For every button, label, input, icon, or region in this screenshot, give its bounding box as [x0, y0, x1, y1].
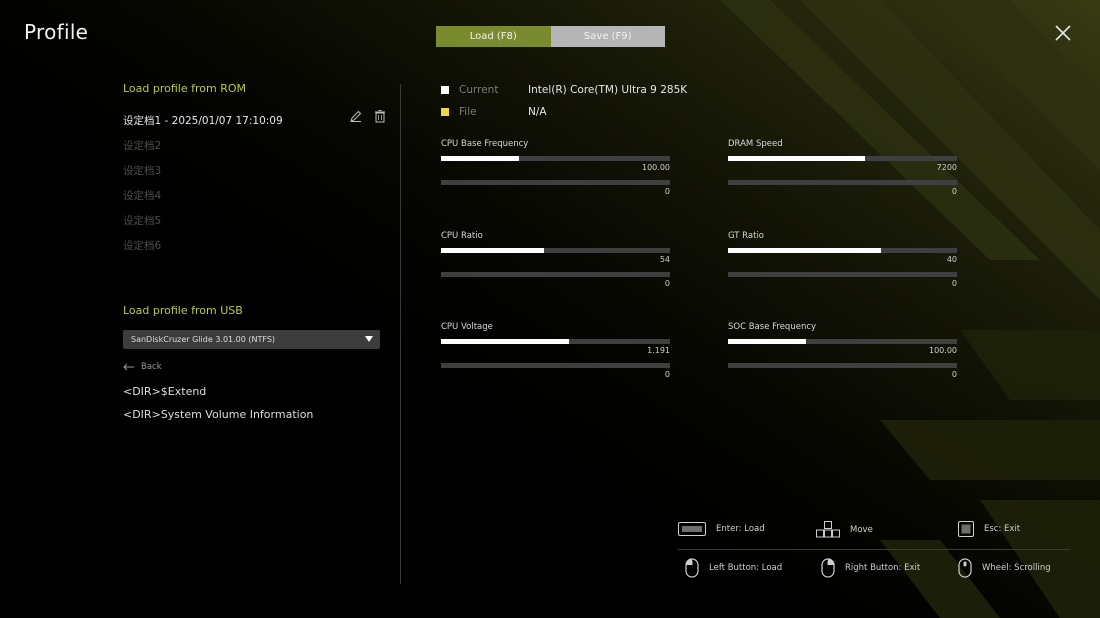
metric-label: CPU Base Frequency [441, 139, 529, 149]
trash-icon[interactable] [373, 109, 387, 123]
arrow-left-icon [123, 363, 134, 371]
back-button[interactable]: Back [123, 362, 162, 372]
hint-right-button: Right Button: Exit [821, 558, 920, 578]
metric-label: SOC Base Frequency [728, 322, 817, 332]
file-value: 0 [664, 279, 670, 288]
current-bar-fill [441, 156, 519, 161]
back-label: Back [141, 362, 162, 372]
usb-dir-entry[interactable]: <DIR>System Volume Information [123, 408, 313, 421]
panel-divider [400, 84, 401, 584]
rom-profile-item[interactable]: 设定档4 [123, 183, 393, 208]
legend-current: Current Intel(R) Core(TM) Ultra 9 285K [441, 84, 687, 96]
file-value: 0 [951, 279, 957, 288]
hint-enter: Enter: Load [678, 522, 765, 536]
hint-label: Esc: Exit [984, 524, 1021, 534]
current-bar-fill [441, 248, 545, 253]
metric-cpu-base-frequency: CPU Base Frequency 100.00 0 [441, 139, 670, 199]
current-bar-fill [441, 339, 570, 344]
tab-save[interactable]: Save (F9) [550, 26, 665, 47]
metric-gt-ratio: GT Ratio 40 0 [728, 231, 957, 291]
current-value: 7200 [936, 163, 957, 172]
rom-profile-item[interactable]: 设定档5 [123, 208, 393, 233]
metric-cpu-voltage: CPU Voltage 1.191 0 [441, 322, 670, 382]
edit-icon[interactable] [349, 109, 363, 123]
arrow-keys-icon [816, 521, 840, 538]
metric-cpu-ratio: CPU Ratio 54 0 [441, 231, 670, 291]
hint-label: Left Button: Load [709, 563, 783, 573]
file-value: 0 [664, 187, 670, 196]
current-bar [728, 248, 957, 253]
enter-key-icon [678, 522, 706, 536]
metric-label: DRAM Speed [728, 139, 783, 149]
hint-divider [678, 549, 1070, 550]
metric-dram-speed: DRAM Speed 7200 0 [728, 139, 957, 199]
current-bar [728, 339, 957, 344]
esc-key-icon [958, 521, 974, 537]
hint-label: Wheel: Scrolling [982, 563, 1051, 573]
current-value: 100.00 [642, 163, 670, 172]
hint-esc: Esc: Exit [958, 521, 1020, 537]
current-value: 100.00 [929, 346, 957, 355]
legend-file-swatch [441, 108, 449, 116]
usb-dir-entry[interactable]: <DIR>$Extend [123, 385, 206, 398]
legend-current-value: Intel(R) Core(TM) Ultra 9 285K [528, 84, 688, 96]
current-bar [728, 156, 957, 161]
chevron-down-icon [365, 336, 373, 342]
hint-label: Enter: Load [716, 524, 765, 534]
current-bar [441, 248, 670, 253]
current-bar-fill [728, 156, 866, 161]
mouse-wheel-icon [958, 558, 972, 578]
tab-bar: Load (F8) Save (F9) [436, 26, 665, 47]
usb-section-heading: Load profile from USB [123, 304, 243, 317]
current-value: 40 [946, 255, 957, 264]
metric-label: CPU Voltage [441, 322, 493, 332]
rom-profile-list: 设定档1 - 2025/01/07 17:10:09 设定档2 设定档3 设定档… [123, 108, 393, 258]
close-icon[interactable] [1052, 22, 1074, 44]
legend-current-swatch [441, 86, 449, 94]
current-value: 54 [659, 255, 670, 264]
legend-file-label: File [459, 106, 477, 118]
file-bar [441, 272, 670, 277]
hint-wheel: Wheel: Scrolling [958, 558, 1051, 578]
current-bar [441, 339, 670, 344]
legend-current-label: Current [459, 84, 499, 96]
file-value: 0 [951, 187, 957, 196]
hint-left-button: Left Button: Load [685, 558, 782, 578]
page-title: Profile [24, 20, 89, 44]
file-bar [728, 363, 957, 368]
rom-profile-item[interactable]: 设定档3 [123, 158, 393, 183]
file-value: 0 [664, 370, 670, 379]
metric-label: GT Ratio [728, 231, 765, 241]
current-value: 1.191 [647, 346, 670, 355]
metric-label: CPU Ratio [441, 231, 483, 241]
mouse-right-button-icon [821, 558, 835, 578]
legend-file: File N/A [441, 106, 547, 118]
hint-move: Move [816, 521, 873, 538]
file-bar [441, 363, 670, 368]
file-bar [728, 272, 957, 277]
hint-label: Right Button: Exit [845, 563, 921, 573]
file-bar [441, 180, 670, 185]
rom-profile-item[interactable]: 设定档6 [123, 233, 393, 258]
rom-item-actions [349, 109, 387, 123]
current-bar-fill [728, 248, 882, 253]
legend-file-value: N/A [528, 106, 547, 118]
rom-section-heading: Load profile from ROM [123, 82, 247, 95]
usb-device-value: SanDiskCruzer Glide 3.01.00 (NTFS) [131, 335, 276, 344]
metric-soc-base-frequency: SOC Base Frequency 100.00 0 [728, 322, 957, 382]
mouse-left-button-icon [685, 558, 699, 578]
hint-label: Move [850, 524, 873, 535]
file-bar [728, 180, 957, 185]
current-bar-fill [728, 339, 806, 344]
usb-device-select[interactable]: SanDiskCruzer Glide 3.01.00 (NTFS) [123, 330, 380, 349]
rom-profile-item[interactable]: 设定档2 [123, 133, 393, 158]
file-value: 0 [951, 370, 957, 379]
tab-load[interactable]: Load (F8) [436, 26, 551, 47]
current-bar [441, 156, 670, 161]
